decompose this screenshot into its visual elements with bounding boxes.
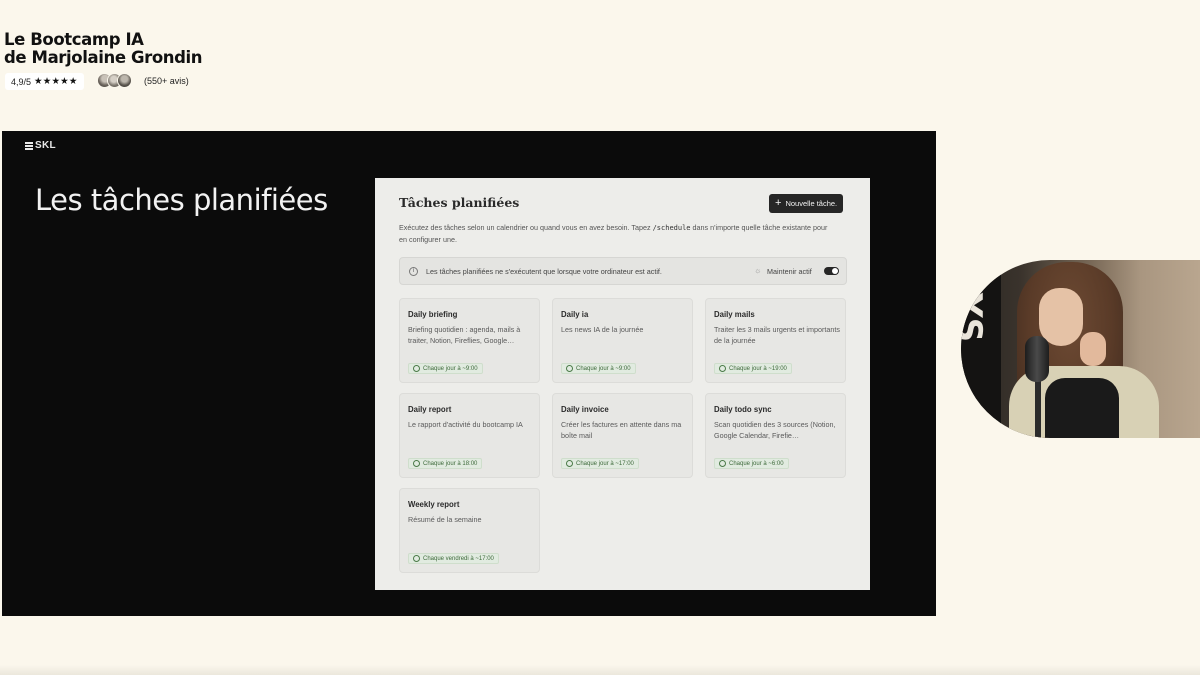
- microphone-arm: [1035, 380, 1041, 438]
- course-title-line-1: Le Bootcamp IA: [4, 30, 144, 49]
- task-description: Scan quotidien des 3 sources (Notion, Go…: [714, 420, 836, 440]
- task-card-daily-report[interactable]: Daily report Le rapport d'activité du bo…: [399, 393, 540, 478]
- schedule-text: Chaque jour à ~19:00: [729, 365, 787, 372]
- clock-icon: [566, 460, 573, 467]
- schedule-badge: Chaque jour à 18:00: [408, 458, 483, 469]
- bottom-edge: [0, 665, 1200, 675]
- clock-icon: [719, 460, 726, 467]
- schedule-text: Chaque jour à ~6:00: [729, 460, 784, 467]
- schedule-text: Chaque jour à ~17:00: [576, 460, 634, 467]
- toggle-knob: [832, 268, 838, 274]
- rating-score: 4,9/5: [11, 76, 32, 87]
- course-title: Le Bootcamp IA de Marjolaine Grondin: [4, 30, 203, 67]
- clock-icon: [413, 555, 420, 562]
- new-task-button[interactable]: + Nouvelle tâche.: [769, 194, 844, 213]
- task-description: Résumé de la semaine: [408, 515, 482, 524]
- page-description: Exécutez des tâches selon un calendrier …: [399, 222, 829, 245]
- info-banner-text: Les tâches planifiées ne s'exécutent que…: [426, 267, 662, 276]
- info-icon: i: [409, 267, 418, 276]
- background-banner: AYS: [961, 260, 1001, 438]
- presenter-top: [1045, 378, 1119, 438]
- task-card-daily-briefing[interactable]: Daily briefing Briefing quotidien : agen…: [399, 298, 540, 383]
- presenter-face: [1039, 288, 1083, 346]
- microphone-icon: [1025, 336, 1049, 382]
- slide-logo: SKL: [25, 140, 56, 151]
- clock-icon: [413, 460, 420, 467]
- task-name: Daily report: [408, 405, 452, 414]
- schedule-text: Chaque jour à ~9:00: [576, 365, 631, 372]
- schedule-badge: Chaque jour à ~6:00: [714, 458, 789, 469]
- task-description: Le rapport d'activité du bootcamp IA: [408, 420, 523, 429]
- task-description: Les news IA de la journée: [561, 325, 644, 334]
- presenter-hand: [1080, 332, 1106, 366]
- schedule-text: Chaque vendredi à ~17:00: [423, 555, 494, 562]
- task-card-daily-todo-sync[interactable]: Daily todo sync Scan quotidien des 3 sou…: [705, 393, 846, 478]
- task-card-daily-mails[interactable]: Daily mails Traiter les 3 mails urgents …: [705, 298, 846, 383]
- schedule-badge: Chaque jour à ~17:00: [561, 458, 639, 469]
- clock-icon: [719, 365, 726, 372]
- schedule-badge: Chaque jour à ~19:00: [714, 363, 792, 374]
- clock-icon: [413, 365, 420, 372]
- schedule-badge: Chaque jour à ~9:00: [408, 363, 483, 374]
- task-name: Daily invoice: [561, 405, 609, 414]
- task-description: Briefing quotidien : agenda, mails à tra…: [408, 325, 521, 345]
- webcam-video: AYS: [961, 260, 1200, 438]
- scheduled-tasks-panel: Tâches planifiées + Nouvelle tâche. Exéc…: [375, 178, 870, 590]
- page-title: Tâches planifiées: [399, 195, 520, 210]
- schedule-text: Chaque jour à ~9:00: [423, 365, 478, 372]
- task-name: Weekly report: [408, 500, 460, 509]
- info-banner: i Les tâches planifiées ne s'exécutent q…: [399, 257, 847, 285]
- slide-logo-text: SKL: [35, 140, 56, 151]
- schedule-badge: Chaque jour à ~9:00: [561, 363, 636, 374]
- rating-badge: 4,9/5 ★★★★★: [5, 73, 84, 90]
- task-name: Daily ia: [561, 310, 589, 319]
- schedule-badge: Chaque vendredi à ~17:00: [408, 553, 499, 564]
- task-name: Daily todo sync: [714, 405, 772, 414]
- task-card-daily-invoice[interactable]: Daily invoice Créer les factures en atte…: [552, 393, 693, 478]
- task-name: Daily mails: [714, 310, 755, 319]
- slide-title: Les tâches planifiées: [35, 183, 328, 217]
- keep-active-label: Maintenir actif: [767, 267, 812, 276]
- logo-bars-icon: [25, 141, 33, 150]
- review-count: (550+ avis): [144, 76, 189, 86]
- schedule-command: /schedule: [652, 224, 691, 232]
- sun-icon: ☼: [754, 266, 762, 275]
- schedule-text: Chaque jour à 18:00: [423, 460, 478, 467]
- task-description: Créer les factures en attente dans ma bo…: [561, 420, 682, 440]
- description-text: Exécutez des tâches selon un calendrier …: [399, 223, 653, 232]
- task-description: Traiter les 3 mails urgents et important…: [714, 325, 840, 345]
- reviewer-avatars: [97, 73, 132, 88]
- task-name: Daily briefing: [408, 310, 458, 319]
- keep-active-toggle[interactable]: [824, 267, 839, 275]
- task-card-weekly-report[interactable]: Weekly report Résumé de la semaine Chaqu…: [399, 488, 540, 573]
- rating-stars-icon: ★★★★★: [34, 76, 78, 87]
- plus-icon: +: [775, 197, 782, 209]
- new-task-label: Nouvelle tâche.: [785, 199, 838, 208]
- background-banner-text: AYS: [961, 270, 989, 343]
- task-card-daily-ia[interactable]: Daily ia Les news IA de la journée Chaqu…: [552, 298, 693, 383]
- avatar: [117, 73, 132, 88]
- course-title-line-2: de Marjolaine Grondin: [4, 48, 203, 67]
- clock-icon: [566, 365, 573, 372]
- presentation-slide: SKL Les tâches planifiées Tâches planifi…: [2, 131, 936, 616]
